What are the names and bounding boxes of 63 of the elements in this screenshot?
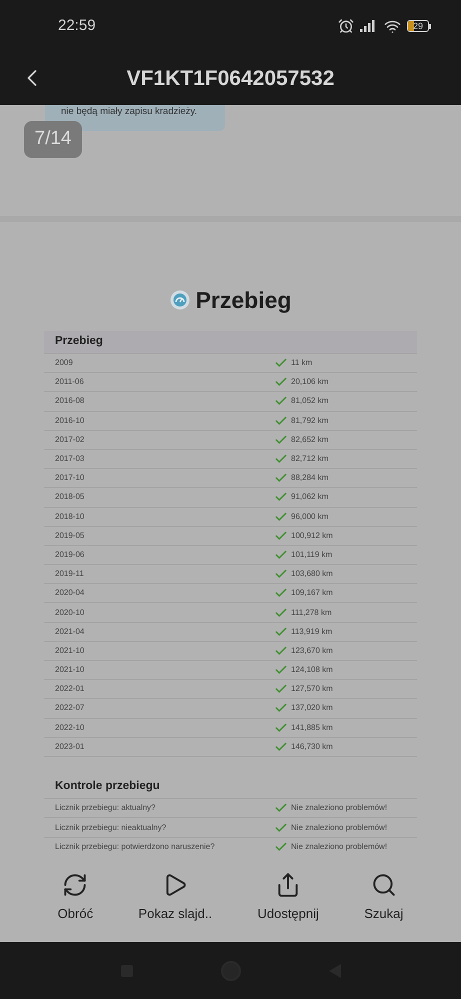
alarm-icon bbox=[338, 18, 354, 34]
date-cell-text: 2017-10 bbox=[55, 472, 86, 484]
rotate-icon bbox=[62, 872, 88, 898]
date-cell-text: 2011-06 bbox=[55, 376, 85, 388]
toolbar-button[interactable]: Obróć bbox=[58, 872, 94, 924]
section-title: Przebieg bbox=[196, 286, 292, 315]
date-cell-text: 2009 bbox=[55, 357, 74, 370]
check-label-cell-text: Licznik przebiegu: potwierdzono naruszenie? bbox=[55, 841, 216, 854]
toolbar-button[interactable]: Udostępnij bbox=[257, 872, 319, 924]
toolbar-button[interactable]: Szukaj bbox=[364, 872, 404, 924]
mileage-cell: 81,052 km bbox=[291, 395, 328, 408]
date-cell-text: 2022-01 bbox=[55, 683, 86, 696]
check-result-cell: Nie znaleziono problemów! bbox=[291, 802, 388, 814]
date-cell-text: 2017-02 bbox=[55, 434, 86, 446]
date-cell-text: 2021-10 bbox=[55, 664, 86, 676]
date-cell-text: 2020-10 bbox=[55, 606, 86, 619]
date-cell-text: 2017-03 bbox=[55, 453, 86, 466]
mileage-cell: 82,652 km bbox=[291, 434, 328, 446]
date-cell-text: 2019-06 bbox=[55, 548, 86, 561]
check-result-cell: Nie znaleziono problemów! bbox=[291, 822, 388, 834]
mileage-cell: 101,119 km bbox=[291, 548, 332, 561]
date-cell-text: 2018-10 bbox=[55, 510, 86, 523]
date-cell-text: 2022-10 bbox=[55, 722, 86, 734]
page-counter: 7/14 bbox=[24, 121, 82, 158]
mileage-cell: 100,912 km bbox=[291, 530, 333, 542]
gauge-icon bbox=[170, 290, 190, 310]
note-text: nie będą miały zapisu kradzieży. bbox=[61, 105, 198, 119]
mileage-cell: 82,712 km bbox=[291, 453, 328, 466]
check-label-cell-text: Licznik przebiegu: nieaktualny? bbox=[55, 822, 168, 834]
date-cell-text: 2020-04 bbox=[55, 587, 86, 600]
mileage-cell: 103,680 km bbox=[291, 568, 333, 580]
mileage-cell: 96,000 km bbox=[291, 510, 328, 523]
date-cell-text: 2023-01 bbox=[55, 740, 86, 753]
table-title: Przebieg bbox=[55, 334, 103, 350]
mileage-cell: 141,885 km bbox=[291, 722, 333, 734]
date-cell-text: 2022-07 bbox=[55, 702, 86, 714]
mileage-cell: 20,106 km bbox=[291, 376, 328, 388]
date-cell-text: 2016-10 bbox=[55, 414, 86, 427]
mileage-cell: 81,792 km bbox=[291, 414, 328, 427]
date-cell-text: 2016-08 bbox=[55, 395, 86, 408]
check-result-cell: Nie znaleziono problemów! bbox=[291, 841, 388, 854]
date-cell-text: 2021-04 bbox=[55, 626, 86, 638]
mileage-cell: 109,167 km bbox=[291, 587, 333, 600]
check-label-cell-text: Licznik przebiegu: aktualny? bbox=[55, 802, 157, 814]
mileage-cell: 88,284 km bbox=[291, 472, 328, 484]
date-cell-text: 2019-11 bbox=[55, 568, 85, 580]
table-title: Kontrole przebiegu bbox=[55, 779, 160, 794]
mileage-cell: 111,278 km bbox=[291, 606, 332, 619]
mileage-cell: 127,570 km bbox=[291, 683, 333, 696]
mileage-cell: 124,108 km bbox=[291, 664, 333, 676]
date-cell-text: 2021-10 bbox=[55, 644, 86, 657]
page-title: VF1KT1F0642057532 bbox=[126, 66, 334, 92]
mileage-cell: 113,919 km bbox=[291, 626, 332, 638]
date-cell-text: 2019-05 bbox=[55, 530, 86, 542]
clock-time: 22:59 bbox=[58, 16, 96, 36]
mileage-cell: 123,670 km bbox=[291, 644, 333, 657]
mileage-cell: 91,062 km bbox=[291, 491, 328, 504]
mileage-cell: 137,020 km bbox=[291, 702, 333, 714]
mileage-cell: 146,730 km bbox=[291, 740, 333, 753]
mileage-cell: 11 km bbox=[291, 357, 312, 370]
date-cell-text: 2018-05 bbox=[55, 491, 86, 504]
toolbar-button[interactable]: Pokaz slajd.. bbox=[138, 872, 212, 924]
search-icon bbox=[370, 872, 397, 898]
